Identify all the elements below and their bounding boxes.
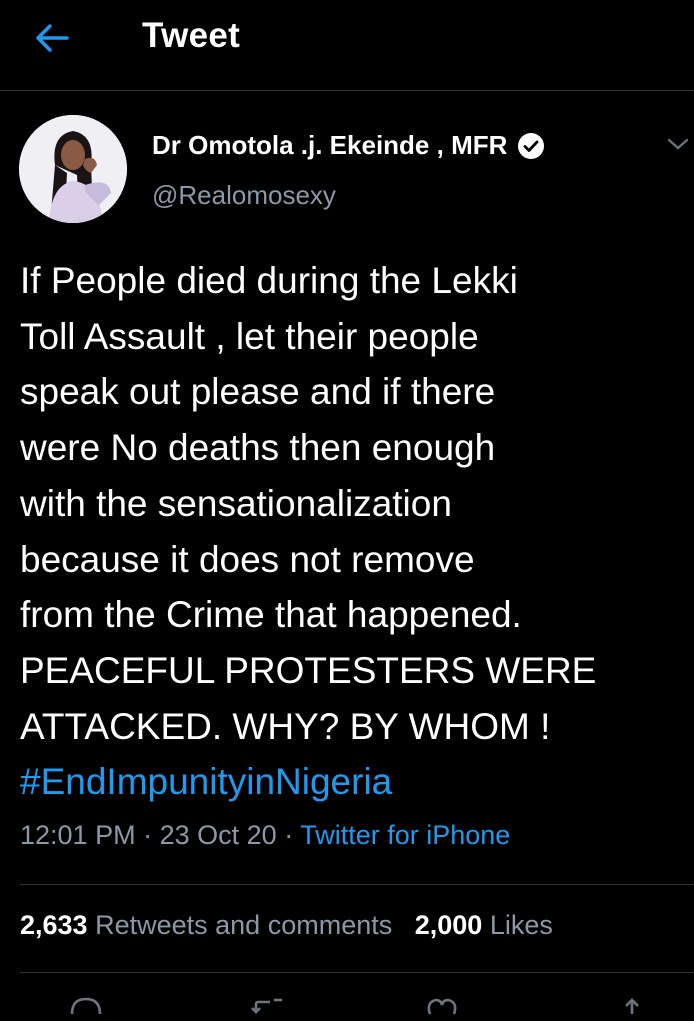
like-button[interactable]	[424, 996, 460, 1021]
retweets-count: 2,633	[20, 910, 88, 940]
retweets-stat[interactable]: 2,633 Retweets and comments	[20, 910, 392, 940]
likes-stat[interactable]: 2,000 Likes	[415, 910, 553, 940]
share-button[interactable]	[620, 996, 644, 1021]
top-bar: Tweet	[0, 0, 694, 91]
author-handle[interactable]: @Realomosexy	[152, 180, 336, 211]
author-name-text[interactable]: Dr Omotola .j. Ekeinde , MFR	[152, 130, 507, 161]
arrow-left-icon	[36, 24, 69, 52]
avatar[interactable]	[19, 115, 127, 223]
divider	[20, 972, 694, 973]
retweet-icon	[251, 998, 282, 1014]
tweet-text: If People died during the Lekki Toll Ass…	[20, 253, 680, 810]
tweet-stats: 2,633 Retweets and comments 2,000 Likes	[20, 910, 553, 941]
share-icon	[625, 998, 639, 1014]
divider	[20, 884, 694, 885]
author-name[interactable]: Dr Omotola .j. Ekeinde , MFR	[152, 130, 545, 161]
heart-icon	[427, 998, 457, 1015]
meta-separator: ·	[143, 820, 153, 850]
back-button[interactable]	[30, 18, 74, 58]
tweet-date: 23 Oct 20	[159, 820, 277, 850]
likes-label: Likes	[489, 910, 553, 940]
retweet-button[interactable]	[250, 996, 290, 1021]
tweet-meta: 12:01 PM · 23 Oct 20 · Twitter for iPhon…	[20, 820, 510, 851]
likes-count: 2,000	[414, 910, 483, 940]
reply-icon	[70, 997, 102, 1015]
tweet-time: 12:01 PM	[20, 820, 136, 850]
page-title: Tweet	[142, 16, 241, 55]
hashtag-link[interactable]: #EndImpunityinNigeria	[20, 761, 392, 802]
reply-button[interactable]	[68, 996, 104, 1021]
tweet-options-button[interactable]	[666, 135, 690, 158]
tweet-source-link[interactable]: Twitter for iPhone	[300, 820, 510, 850]
retweets-label: Retweets and comments	[95, 910, 393, 940]
tweet-body: If People died during the Lekki Toll Ass…	[20, 260, 597, 747]
meta-separator: ·	[284, 820, 294, 850]
chevron-down-icon	[667, 138, 689, 150]
verified-badge-icon	[517, 132, 545, 160]
